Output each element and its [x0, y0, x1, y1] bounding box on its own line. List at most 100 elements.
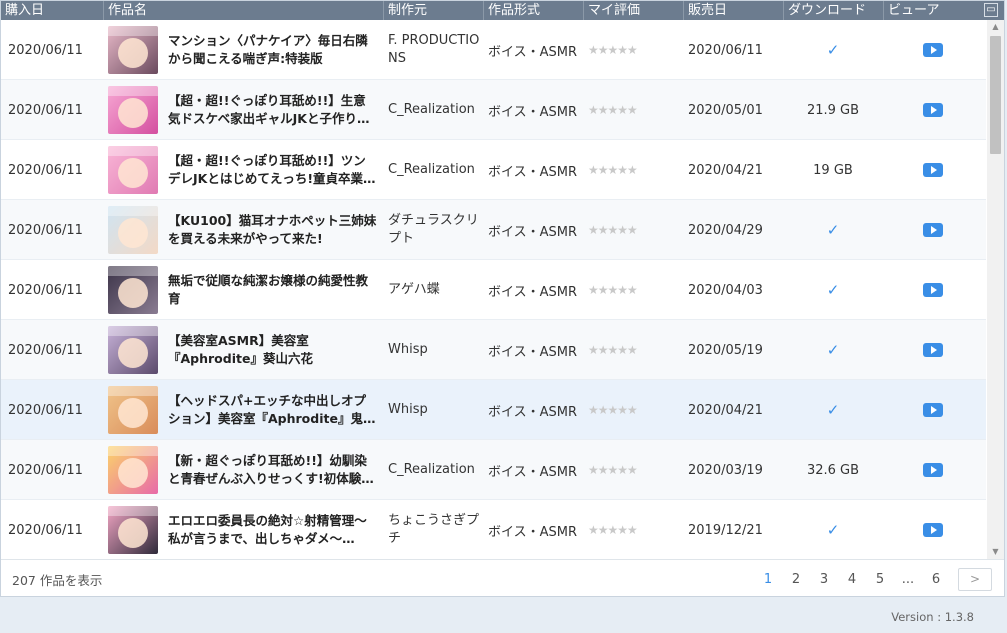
viewer-cell	[883, 140, 983, 200]
download-status: ✓	[783, 200, 883, 260]
work-title[interactable]: 【KU100】猫耳オナホペット三姉妹を買える未来がやって来た!	[168, 200, 378, 260]
rating-stars[interactable]: ★★★★★	[588, 260, 683, 320]
table-row[interactable]: 2020/06/11 【ヘッドスパ+エッチな中出しオプション】美容室『Aphrod…	[1, 380, 986, 440]
rating-stars[interactable]: ★★★★★	[588, 80, 683, 140]
square-menu-icon[interactable]: ▭	[984, 3, 998, 17]
play-icon[interactable]	[923, 223, 943, 237]
col-header-maker[interactable]: 制作元	[383, 1, 483, 20]
purchase-date: 2020/06/11	[8, 102, 83, 118]
page-3-button[interactable]: 3	[810, 572, 838, 587]
table-row[interactable]: 2020/06/11 マンション〈パナケイア〉毎日右隣から聞こえる喘ぎ声:特装版 F…	[1, 20, 986, 80]
work-thumbnail[interactable]	[108, 386, 158, 434]
rating-stars[interactable]: ★★★★★	[588, 380, 683, 440]
purchase-date: 2020/06/11	[8, 342, 83, 358]
col-header-title[interactable]: 作品名	[103, 1, 383, 20]
scroll-up-arrow-icon[interactable]: ▲	[987, 20, 1004, 34]
work-title[interactable]: 【超・超!!ぐっぽり耳舐め!!】生意気ドスケベ家出ギャルJKと子作りえっち	[168, 80, 378, 140]
play-icon[interactable]	[923, 343, 943, 357]
play-icon[interactable]	[923, 163, 943, 177]
work-thumbnail[interactable]	[108, 506, 158, 554]
download-status-text: ✓	[826, 41, 840, 59]
play-icon[interactable]	[923, 523, 943, 537]
table-row[interactable]: 2020/06/11 【美容室ASMR】美容室『Aphrodite』葵山六花 Whi…	[1, 320, 986, 380]
rating-stars[interactable]: ★★★★★	[588, 140, 683, 200]
work-maker: ダチュラスクリプト	[388, 213, 479, 246]
page-6-button[interactable]: 6	[922, 572, 950, 587]
table-row[interactable]: 2020/06/11 【超・超!!ぐっぽり耳舐め!!】ツンデレJKとはじめてえっち…	[1, 140, 986, 200]
thumbnail-banner	[108, 146, 158, 156]
rating-stars[interactable]: ★★★★★	[588, 440, 683, 500]
work-thumbnail[interactable]	[108, 86, 158, 134]
rating-stars[interactable]: ★★★★★	[588, 200, 683, 260]
purchase-date: 2020/06/11	[8, 42, 83, 58]
thumbnail-figure	[118, 398, 148, 428]
play-icon[interactable]	[923, 283, 943, 297]
download-status: ✓	[783, 380, 883, 440]
work-title-text: 【ヘッドスパ+エッチな中出しオプション】美容室『Aphrodite』鬼塚莉々子	[168, 393, 376, 426]
work-title[interactable]: 【超・超!!ぐっぽり耳舐め!!】ツンデレJKとはじめてえっち!童貞卒業委員会	[168, 140, 378, 200]
table-row[interactable]: 2020/06/11 エロエロ委員長の絶対☆射精管理〜私が言うまで、出しちゃダメ〜…	[1, 500, 986, 559]
col-header-purchase-date[interactable]: 購入日	[1, 1, 103, 20]
viewer-cell	[883, 80, 983, 140]
work-title[interactable]: エロエロ委員長の絶対☆射精管理〜私が言うまで、出しちゃダメ〜【KU100】	[168, 500, 378, 559]
play-icon[interactable]	[923, 463, 943, 477]
work-title[interactable]: 【新・超ぐっぽり耳舐め!!】幼馴染と青春ぜんぶ入りせっくす!初体験から妊娠まで	[168, 440, 378, 500]
col-header-rating[interactable]: マイ評価	[583, 1, 683, 20]
work-maker: F. PRODUCTIONS	[388, 33, 480, 66]
work-maker: Whisp	[388, 402, 428, 417]
scroll-down-arrow-icon[interactable]: ▼	[987, 545, 1004, 559]
work-thumbnail[interactable]	[108, 146, 158, 194]
work-format: ボイス・ASMR	[488, 464, 578, 480]
work-title[interactable]: 【美容室ASMR】美容室『Aphrodite』葵山六花	[168, 320, 378, 380]
download-status: 19 GB	[783, 140, 883, 200]
page-4-button[interactable]: 4	[838, 572, 866, 587]
thumbnail-banner	[108, 86, 158, 96]
table-row[interactable]: 2020/06/11 無垢で従順な純潔お嬢様の純愛性教育 アゲハ蝶 ボイス・ASMR ★…	[1, 260, 986, 320]
work-title-text: エロエロ委員長の絶対☆射精管理〜私が言うまで、出しちゃダメ〜【KU100】	[168, 513, 367, 546]
work-title[interactable]: 【ヘッドスパ+エッチな中出しオプション】美容室『Aphrodite』鬼塚莉々子	[168, 380, 378, 440]
scrollbar-thumb[interactable]	[990, 36, 1001, 154]
viewer-cell	[883, 260, 983, 320]
page-1-button[interactable]: 1	[754, 572, 782, 587]
work-format: ボイス・ASMR	[488, 164, 578, 180]
thumbnail-banner	[108, 26, 158, 36]
rating-stars[interactable]: ★★★★★	[588, 20, 683, 80]
sale-date: 2020/04/21	[688, 402, 763, 418]
col-header-format[interactable]: 作品形式	[483, 1, 583, 20]
work-format: ボイス・ASMR	[488, 344, 578, 360]
work-thumbnail[interactable]	[108, 326, 158, 374]
table-row[interactable]: 2020/06/11 【新・超ぐっぽり耳舐め!!】幼馴染と青春ぜんぶ入りせっくす!…	[1, 440, 986, 500]
work-title[interactable]: マンション〈パナケイア〉毎日右隣から聞こえる喘ぎ声:特装版	[168, 20, 378, 80]
vertical-scrollbar[interactable]: ▲ ▼	[987, 20, 1004, 559]
thumbnail-figure	[118, 38, 148, 68]
rating-stars[interactable]: ★★★★★	[588, 500, 683, 559]
play-icon[interactable]	[923, 403, 943, 417]
table-row[interactable]: 2020/06/11 【KU100】猫耳オナホペット三姉妹を買える未来がやって来た…	[1, 200, 986, 260]
work-thumbnail[interactable]	[108, 266, 158, 314]
page-5-button[interactable]: 5	[866, 572, 894, 587]
download-status: ✓	[783, 20, 883, 80]
play-icon[interactable]	[923, 103, 943, 117]
sale-date: 2020/05/01	[688, 102, 763, 118]
table-row[interactable]: 2020/06/11 【超・超!!ぐっぽり耳舐め!!】生意気ドスケベ家出ギャルJK…	[1, 80, 986, 140]
work-thumbnail[interactable]	[108, 206, 158, 254]
next-page-button[interactable]: >	[958, 567, 992, 591]
col-header-download[interactable]: ダウンロード	[783, 1, 883, 20]
purchase-date: 2020/06/11	[8, 462, 83, 478]
work-title[interactable]: 無垢で従順な純潔お嬢様の純愛性教育	[168, 260, 378, 320]
thumbnail-figure	[118, 218, 148, 248]
work-thumbnail[interactable]	[108, 26, 158, 74]
table-footer: 207 作品を表示 1 2 3 4 5... 6 >	[1, 559, 1004, 596]
col-header-viewer[interactable]: ビューア	[883, 1, 979, 20]
viewer-cell	[883, 20, 983, 80]
play-icon[interactable]	[923, 43, 943, 57]
col-header-sale-date[interactable]: 販売日	[683, 1, 783, 20]
sale-date: 2020/03/19	[688, 462, 763, 478]
viewer-cell	[883, 500, 983, 559]
rating-stars[interactable]: ★★★★★	[588, 320, 683, 380]
work-format: ボイス・ASMR	[488, 404, 578, 420]
page-2-button[interactable]: 2	[782, 572, 810, 587]
work-thumbnail[interactable]	[108, 446, 158, 494]
thumbnail-banner	[108, 506, 158, 516]
work-format: ボイス・ASMR	[488, 524, 578, 540]
